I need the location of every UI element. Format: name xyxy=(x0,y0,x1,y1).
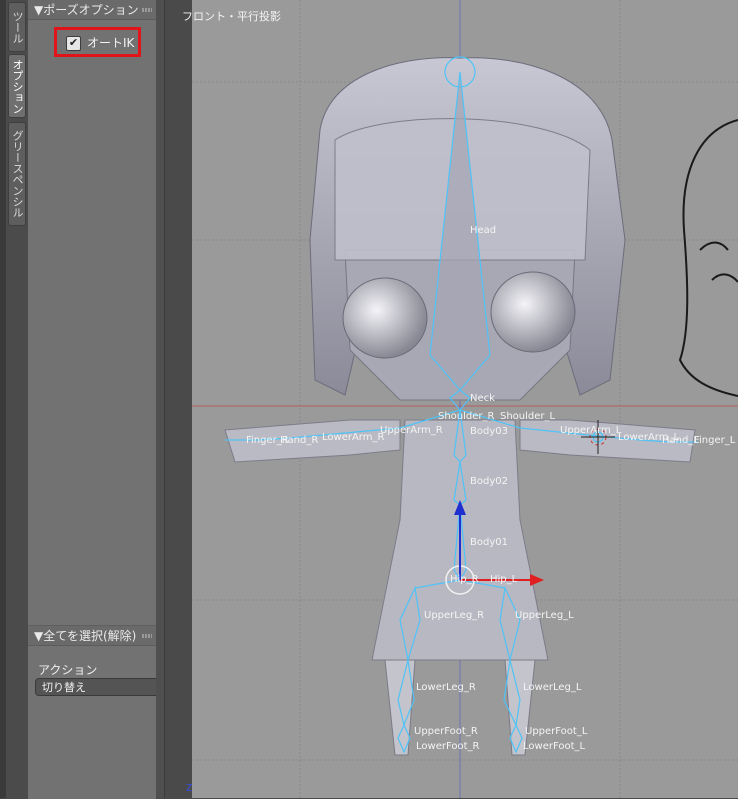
drag-grip-icon[interactable] xyxy=(142,8,152,12)
bone-label-lowerfoot-l: LowerFoot_L xyxy=(523,741,586,752)
auto-ik-highlight: ✔ オートIK xyxy=(54,27,141,57)
bone-label-lowerfoot-r: LowerFoot_R xyxy=(416,741,480,752)
bone-label-hip-l: Hip_L xyxy=(490,574,518,585)
bone-label-head: Head xyxy=(470,225,496,236)
bone-label-shoulder-l: Shoulder_L xyxy=(500,411,556,422)
tool-shelf: ▼ポーズオプション ✔ オートIK ▼全てを選択(解除) アクション 切り替え … xyxy=(28,0,175,799)
bone-label-neck: Neck xyxy=(470,393,495,404)
bone-label-upperfoot-r: UpperFoot_R xyxy=(414,726,478,737)
bone-label-finger-r: Finger_R xyxy=(246,435,289,446)
action-select-value: 切り替え xyxy=(42,681,86,694)
bone-label-upperleg-r: UpperLeg_R xyxy=(424,610,484,621)
bone-label-upperfoot-l: UpperFoot_L xyxy=(525,726,588,737)
drag-grip-icon[interactable] xyxy=(142,634,152,638)
bone-label-shoulder-r: Shoulder_R xyxy=(438,411,495,422)
bone-label-body01: Body01 xyxy=(470,537,508,548)
viewport-canvas[interactable]: Head Neck Shoulder_R Shoulder_L Body03 B… xyxy=(192,0,738,798)
bone-label-upperarm-l: UpperArm_L xyxy=(560,425,622,436)
select-all-title: ▼全てを選択(解除) xyxy=(34,629,137,643)
select-all-header[interactable]: ▼全てを選択(解除) xyxy=(28,626,156,646)
action-label: アクション xyxy=(38,663,98,677)
pose-options-title: ▼ポーズオプション xyxy=(34,3,139,17)
select-all-panel: ▼全てを選択(解除) アクション 切り替え ▲▼ xyxy=(28,625,175,799)
auto-ik-checkbox[interactable]: ✔ xyxy=(66,36,81,51)
bone-label-lowerleg-r: LowerLeg_R xyxy=(416,682,476,693)
pose-options-header[interactable]: ▼ポーズオプション xyxy=(28,0,156,20)
viewport-title: フロント・平行投影 xyxy=(182,10,281,23)
bone-label-finger-l: Finger_L xyxy=(694,435,736,446)
auto-ik-label[interactable]: オートIK xyxy=(87,34,134,51)
bone-label-upperarm-r: UpperArm_R xyxy=(380,425,443,436)
3d-viewport[interactable]: Head Neck Shoulder_R Shoulder_L Body03 B… xyxy=(192,0,738,798)
tool-tabs: ツール オプション グリースペンシル xyxy=(6,0,29,798)
action-select[interactable]: 切り替え ▲▼ xyxy=(35,678,175,696)
bone-label-hip-r: Hip_R xyxy=(450,574,479,585)
tab-tools[interactable]: ツール xyxy=(8,2,26,52)
gizmo-x-arrow-icon xyxy=(530,574,544,586)
viewport-edge xyxy=(164,0,193,798)
reference-sketch xyxy=(678,119,738,397)
tab-options[interactable]: オプション xyxy=(8,54,26,118)
bone-label-upperleg-l: UpperLeg_L xyxy=(515,610,574,621)
bone-label-lowerarm-r: LowerArm_R xyxy=(322,432,384,443)
bone-label-body03: Body03 xyxy=(470,426,508,437)
z-axis-label: z xyxy=(186,780,193,794)
bone-label-lowerleg-l: LowerLeg_L xyxy=(523,682,582,693)
tab-grease-pencil[interactable]: グリースペンシル xyxy=(8,122,26,226)
bone-label-body02: Body02 xyxy=(470,476,508,487)
